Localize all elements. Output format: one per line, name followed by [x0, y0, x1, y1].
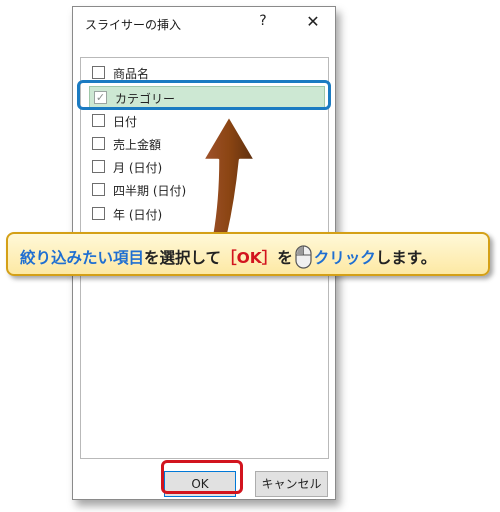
mouse-left-click-icon	[295, 245, 312, 269]
callout-text-click: クリック	[313, 249, 376, 267]
instruction-callout: 絞り込みたい項目を選択して［OK］を クリックします。	[6, 232, 490, 276]
callout-text: を選択して	[144, 249, 222, 267]
callout-text: します。	[375, 249, 437, 267]
callout-text-target: 絞り込みたい項目	[20, 249, 145, 267]
callout-text-ok: ［OK］	[221, 249, 278, 267]
callout-text: を	[277, 249, 293, 267]
